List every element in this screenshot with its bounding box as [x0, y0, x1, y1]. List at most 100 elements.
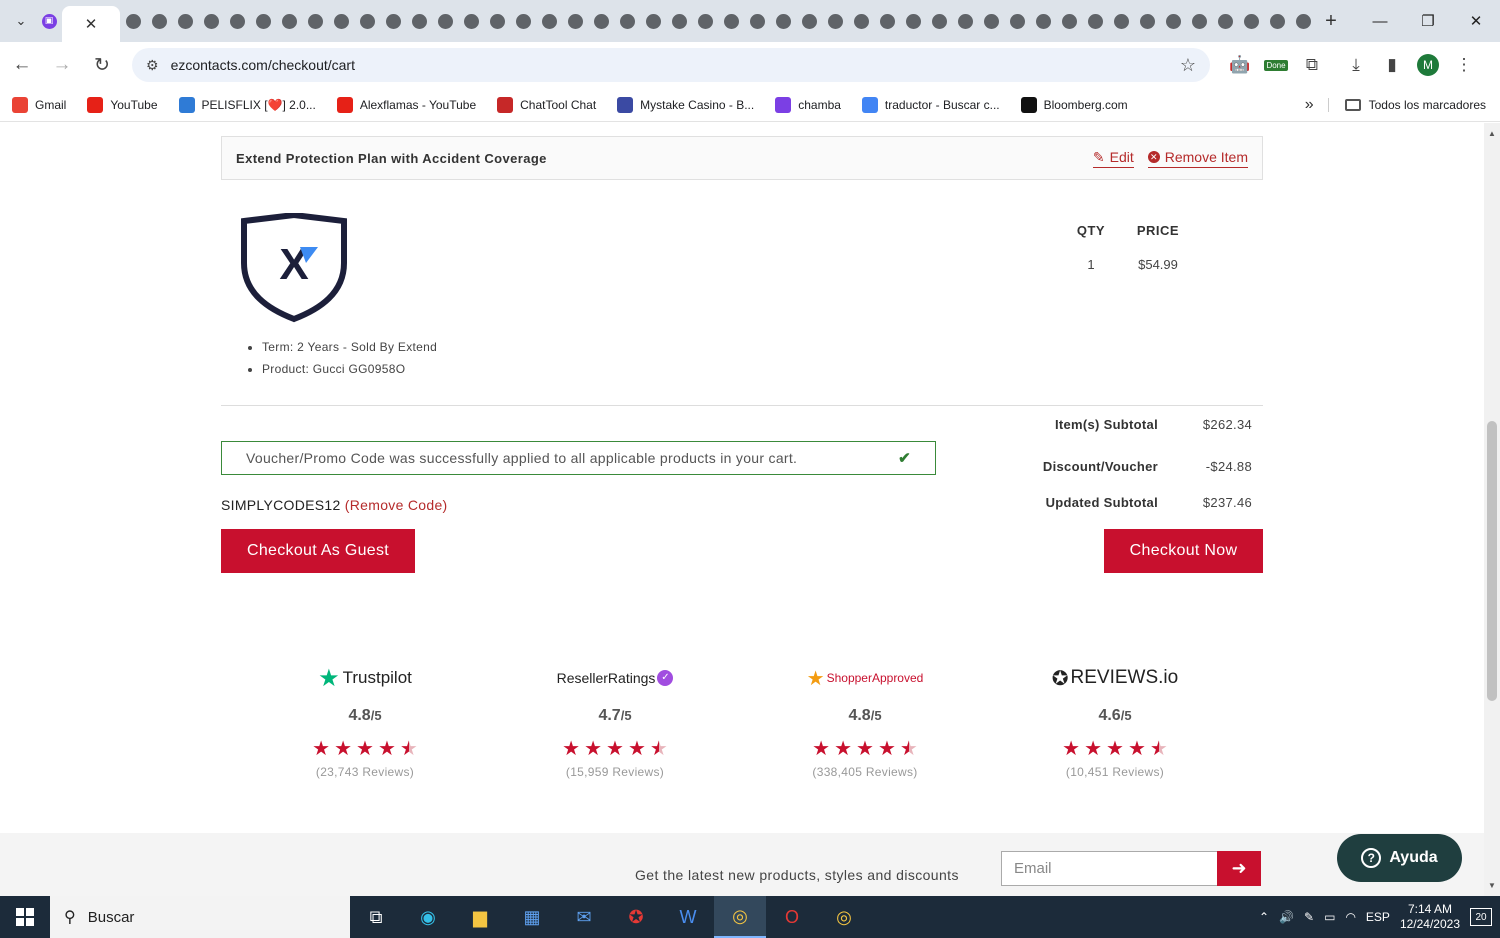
tab-favicon[interactable] — [770, 6, 796, 36]
taskbar-search[interactable]: ⚲ Buscar — [50, 896, 350, 938]
tray-overflow-icon[interactable]: ⌃ — [1259, 910, 1269, 924]
tab-favicon[interactable] — [1082, 6, 1108, 36]
side-panel-icon[interactable]: ▮ — [1374, 55, 1410, 75]
profile-avatar[interactable]: M — [1410, 54, 1446, 76]
bookmark-item[interactable]: traductor - Buscar c... — [861, 96, 1000, 113]
volume-icon[interactable]: 🔊 — [1279, 910, 1294, 924]
tab-favicon[interactable]: ▣ — [36, 6, 62, 36]
rating-reviewsio[interactable]: ✪ REVIEWS.io 4.6/5 ★ ★ ★ ★ ★ (10,451 Reviews) — [990, 663, 1240, 779]
pen-icon[interactable]: ✎ — [1304, 910, 1314, 924]
tab-favicon[interactable] — [822, 6, 848, 36]
tab-favicon[interactable] — [302, 6, 328, 36]
tab-favicon[interactable] — [1264, 6, 1290, 36]
store-icon[interactable]: ▦ — [506, 896, 558, 938]
tab-favicon[interactable] — [406, 6, 432, 36]
scrollbar-thumb[interactable] — [1487, 421, 1497, 701]
tab-favicon[interactable] — [120, 6, 146, 36]
newsletter-email-input[interactable] — [1001, 851, 1218, 886]
tab-favicon[interactable] — [328, 6, 354, 36]
task-view-icon[interactable]: ⧉ — [350, 896, 402, 938]
extensions-puzzle-icon[interactable]: ⧉ — [1294, 55, 1330, 75]
remove-code-link[interactable]: (Remove Code) — [345, 497, 448, 513]
extension-robot-icon[interactable]: 🤖 — [1222, 55, 1258, 75]
all-bookmarks-button[interactable]: Todos los marcadores — [1327, 97, 1486, 112]
bookmark-item[interactable]: YouTube — [87, 96, 158, 113]
tab-close-icon[interactable]: ✕ — [85, 15, 98, 33]
site-info-icon[interactable]: ⚙ — [146, 57, 159, 74]
forward-icon[interactable]: → — [44, 47, 80, 83]
tab-favicon[interactable] — [1056, 6, 1082, 36]
scroll-down-icon[interactable]: ▼ — [1488, 881, 1496, 890]
tab-favicon[interactable] — [510, 6, 536, 36]
tab-search-dropdown-icon[interactable]: ⌄ — [6, 6, 36, 36]
app-red-icon[interactable]: ✪ — [610, 896, 662, 938]
tab-favicon[interactable] — [1290, 6, 1316, 36]
tab-favicon[interactable] — [640, 6, 666, 36]
tab-favicon[interactable] — [1108, 6, 1134, 36]
menu-kebab-icon[interactable]: ⋮ — [1446, 55, 1482, 75]
tab-favicon[interactable] — [380, 6, 406, 36]
tab-favicon[interactable] — [848, 6, 874, 36]
more-bookmarks-icon[interactable]: » — [1305, 96, 1314, 114]
downloads-icon[interactable]: ⤓ — [1338, 55, 1374, 75]
tab-favicon[interactable] — [432, 6, 458, 36]
minimize-icon[interactable]: — — [1356, 0, 1404, 42]
bookmark-item[interactable]: Alexflamas - YouTube — [336, 96, 476, 113]
tab-active[interactable]: ✕ — [62, 6, 120, 42]
edge-icon[interactable]: ◉ — [402, 896, 454, 938]
opera-icon[interactable]: O — [766, 896, 818, 938]
tab-favicon[interactable] — [536, 6, 562, 36]
tab-favicon[interactable] — [796, 6, 822, 36]
bookmark-item[interactable]: Mystake Casino - B... — [617, 96, 754, 113]
clock[interactable]: 7:14 AM 12/24/2023 — [1400, 902, 1460, 932]
tab-favicon[interactable] — [146, 6, 172, 36]
word-icon[interactable]: W — [662, 896, 714, 938]
notifications-icon[interactable]: 20 — [1470, 908, 1492, 926]
tab-favicon[interactable] — [744, 6, 770, 36]
address-bar[interactable]: ⚙ ezcontacts.com/checkout/cart ☆ — [132, 48, 1210, 82]
tab-favicon[interactable] — [1186, 6, 1212, 36]
bookmark-item[interactable]: ChatTool Chat — [497, 96, 596, 113]
chrome-profile-icon[interactable]: ◎ — [818, 896, 870, 938]
start-button[interactable] — [0, 896, 50, 938]
new-tab-button[interactable]: + — [1316, 10, 1346, 33]
tab-favicon[interactable] — [458, 6, 484, 36]
url-text[interactable]: ezcontacts.com/checkout/cart — [171, 57, 1180, 73]
bookmark-item[interactable]: PELISFLIX [❤️] 2.0... — [178, 96, 316, 113]
bookmark-item[interactable]: chamba — [775, 96, 841, 113]
chrome-icon[interactable]: ◎ — [714, 896, 766, 938]
tab-favicon[interactable] — [562, 6, 588, 36]
mail-icon[interactable]: ✉ — [558, 896, 610, 938]
checkout-guest-button[interactable]: Checkout As Guest — [221, 529, 415, 573]
back-icon[interactable]: ← — [4, 47, 40, 83]
tab-favicon[interactable] — [874, 6, 900, 36]
tab-favicon[interactable] — [250, 6, 276, 36]
wifi-icon[interactable]: ◠ — [1345, 910, 1355, 924]
rating-trustpilot[interactable]: ★ Trustpilot 4.8/5 ★ ★ ★ ★ ★ (23,743 Reviews) — [240, 663, 490, 780]
remove-item-link[interactable]: ✕ Remove Item — [1147, 149, 1248, 168]
tab-favicon[interactable] — [666, 6, 692, 36]
tab-favicon[interactable] — [952, 6, 978, 36]
rating-shopperapproved[interactable]: ★ ShopperApproved 4.8/5 ★ ★ ★ ★ ★ (338,405 Re… — [740, 663, 990, 780]
bookmark-item[interactable]: Gmail — [12, 96, 66, 113]
rating-resellerratings[interactable]: ResellerRatings ✓ 4.7/5 ★ ★ ★ ★ ★ (15,959 Rev… — [490, 663, 740, 779]
tab-favicon[interactable] — [1160, 6, 1186, 36]
tab-favicon[interactable] — [692, 6, 718, 36]
edit-item-link[interactable]: ✎ Edit — [1092, 149, 1134, 168]
bookmark-item[interactable]: Bloomberg.com — [1020, 96, 1128, 113]
scroll-up-icon[interactable]: ▲ — [1488, 129, 1496, 138]
reload-icon[interactable]: ↻ — [84, 47, 120, 83]
checkout-now-button[interactable]: Checkout Now — [1104, 529, 1263, 573]
newsletter-submit-button[interactable]: ➜ — [1217, 851, 1261, 886]
tab-favicon[interactable] — [926, 6, 952, 36]
extension-done-icon[interactable]: Done — [1258, 59, 1294, 71]
tab-favicon[interactable] — [1134, 6, 1160, 36]
battery-icon[interactable]: ▭ — [1324, 910, 1335, 924]
tab-favicon[interactable] — [900, 6, 926, 36]
language-indicator[interactable]: ESP — [1366, 910, 1390, 924]
tab-favicon[interactable] — [978, 6, 1004, 36]
tab-favicon[interactable] — [354, 6, 380, 36]
tab-favicon[interactable] — [1004, 6, 1030, 36]
tab-favicon[interactable] — [172, 6, 198, 36]
restore-icon[interactable]: ❐ — [1404, 0, 1452, 42]
